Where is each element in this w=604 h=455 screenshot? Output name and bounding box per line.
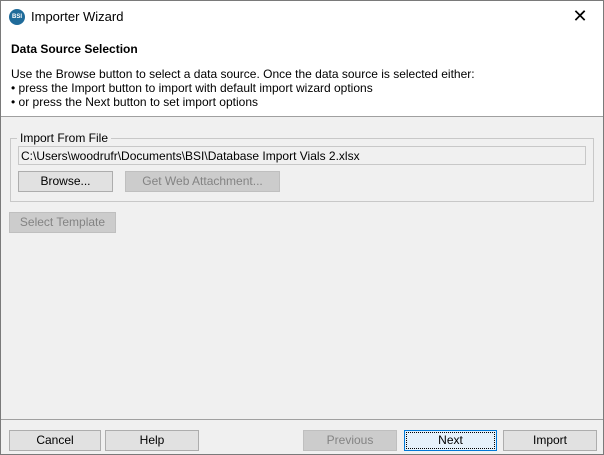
instruction-line: • or press the Next button to set import…: [11, 95, 258, 109]
window-title: Importer Wizard: [31, 9, 124, 24]
get-web-attachment-button[interactable]: Get Web Attachment...: [125, 171, 280, 192]
next-button[interactable]: Next: [404, 430, 497, 451]
bsi-logo-icon: BSI: [9, 9, 25, 25]
page-title: Data Source Selection: [11, 42, 138, 56]
wizard-header: Data Source Selection Use the Browse but…: [1, 32, 603, 117]
importer-wizard-window: BSI Importer Wizard ✕ Data Source Select…: [0, 0, 604, 455]
import-from-file-label: Import From File: [17, 131, 112, 145]
instruction-line: Use the Browse button to select a data s…: [11, 67, 475, 81]
footer-divider: [1, 419, 603, 420]
select-template-button[interactable]: Select Template: [9, 212, 116, 233]
previous-button[interactable]: Previous: [303, 430, 397, 451]
file-path-field[interactable]: C:\Users\woodrufr\Documents\BSI\Database…: [18, 146, 586, 165]
close-button[interactable]: ✕: [557, 1, 603, 32]
browse-button[interactable]: Browse...: [18, 171, 113, 192]
instructions: Use the Browse button to select a data s…: [11, 67, 475, 109]
title-bar: BSI Importer Wizard ✕: [1, 1, 603, 32]
cancel-button[interactable]: Cancel: [9, 430, 101, 451]
help-button[interactable]: Help: [105, 430, 199, 451]
import-button[interactable]: Import: [503, 430, 597, 451]
instruction-line: • press the Import button to import with…: [11, 81, 373, 95]
